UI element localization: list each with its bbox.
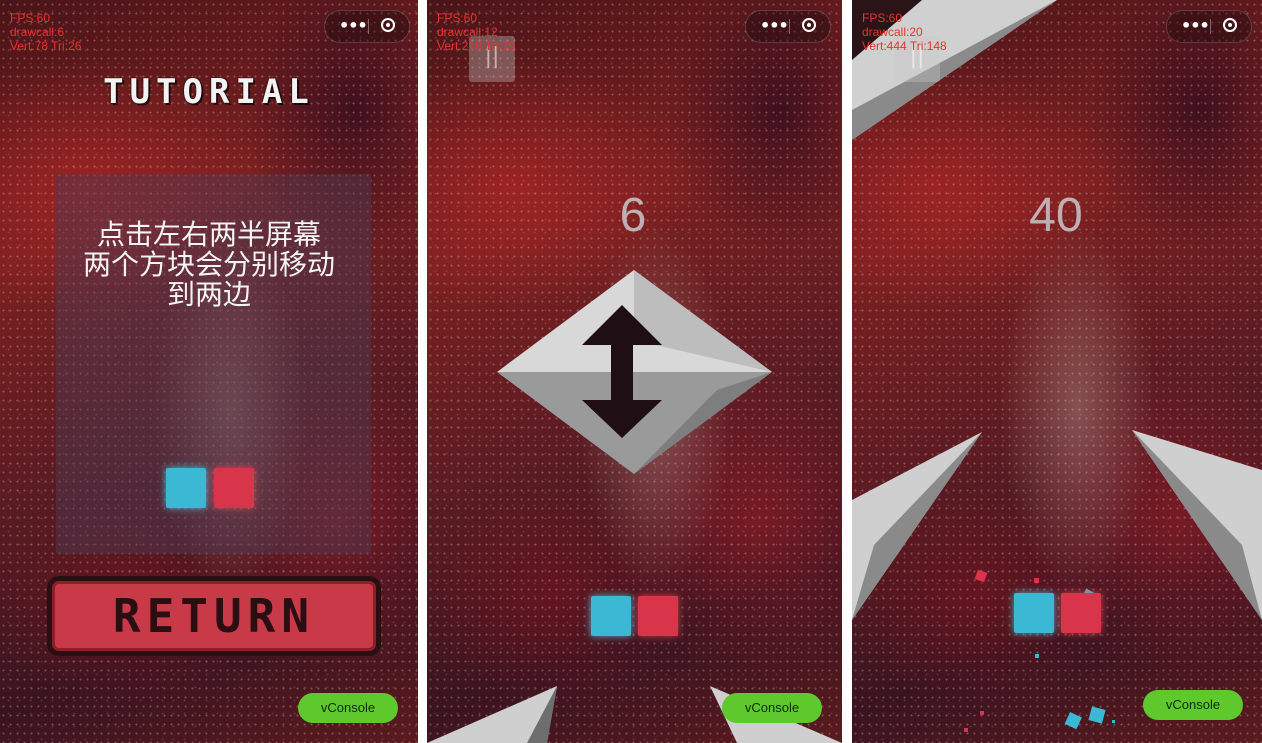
tutorial-instructions: 点击左右两半屏幕 两个方块会分别移动 到两边	[0, 220, 418, 310]
particle	[1064, 712, 1082, 730]
target-icon[interactable]	[802, 18, 816, 32]
drawcall-stat: drawcall:12	[437, 25, 498, 39]
gameplay-screen-1: FPS:60 drawcall:12 Vert:218 Tri:76 || ••…	[427, 0, 842, 743]
particle	[1088, 706, 1106, 724]
fps-stat: FPS:60	[437, 11, 478, 25]
fps-stat: FPS:60	[10, 11, 51, 25]
capsule-divider	[368, 19, 369, 34]
particle	[1112, 720, 1115, 723]
miniprogram-capsule: •••	[745, 10, 831, 43]
debug-stats: FPS:60 drawcall:6 Vert:78 Tri:26	[10, 11, 81, 53]
tutorial-title: TUTORIAL	[103, 72, 315, 112]
capsule-divider	[789, 19, 790, 34]
more-icon[interactable]: •••	[760, 16, 789, 35]
miniprogram-capsule: •••	[324, 10, 410, 43]
capsule-divider	[1210, 19, 1211, 34]
particle	[1035, 654, 1039, 658]
particle	[974, 569, 988, 583]
drawcall-stat: drawcall:6	[10, 25, 65, 39]
vconsole-button[interactable]: vConsole	[722, 693, 822, 723]
red-block	[214, 468, 254, 508]
instruction-line: 两个方块会分别移动	[82, 248, 335, 281]
return-button-label: RETURN	[112, 589, 316, 643]
vconsole-button[interactable]: vConsole	[298, 693, 398, 723]
vert-stat: Vert:218 Tri:76	[437, 39, 516, 53]
blue-block	[591, 596, 631, 636]
target-icon[interactable]	[381, 18, 395, 32]
debug-stats: FPS:60 drawcall:12 Vert:218 Tri:76	[437, 11, 515, 53]
more-icon[interactable]: •••	[1181, 16, 1210, 35]
vert-stat: Vert:78 Tri:26	[10, 39, 82, 53]
tutorial-screen: FPS:60 drawcall:6 Vert:78 Tri:26 ••• TUT…	[0, 0, 418, 743]
vert-stat: Vert:444 Tri:148	[862, 39, 947, 53]
instruction-line: 点击左右两半屏幕	[96, 218, 321, 251]
debug-stats: FPS:60 drawcall:20 Vert:444 Tri:148	[862, 11, 947, 53]
miniprogram-capsule: •••	[1166, 10, 1252, 43]
gameplay-screen-2: FPS:60 drawcall:20 Vert:444 Tri:148 || •…	[852, 0, 1262, 743]
particle	[964, 728, 968, 732]
particle	[980, 711, 984, 715]
particle	[1034, 578, 1039, 583]
red-block	[638, 596, 678, 636]
vconsole-button[interactable]: vConsole	[1143, 690, 1243, 720]
return-button[interactable]: RETURN	[47, 576, 381, 656]
target-icon[interactable]	[1223, 18, 1237, 32]
blue-block	[1014, 593, 1054, 633]
obstacle-layer	[852, 0, 1262, 732]
red-block	[1061, 593, 1101, 633]
blue-block	[166, 468, 206, 508]
instruction-line: 到两边	[166, 278, 251, 311]
more-icon[interactable]: •••	[339, 16, 368, 35]
drawcall-stat: drawcall:20	[862, 25, 923, 39]
obstacle-layer	[427, 270, 842, 743]
fps-stat: FPS:60	[862, 11, 903, 25]
score-display: 40	[1029, 189, 1083, 242]
